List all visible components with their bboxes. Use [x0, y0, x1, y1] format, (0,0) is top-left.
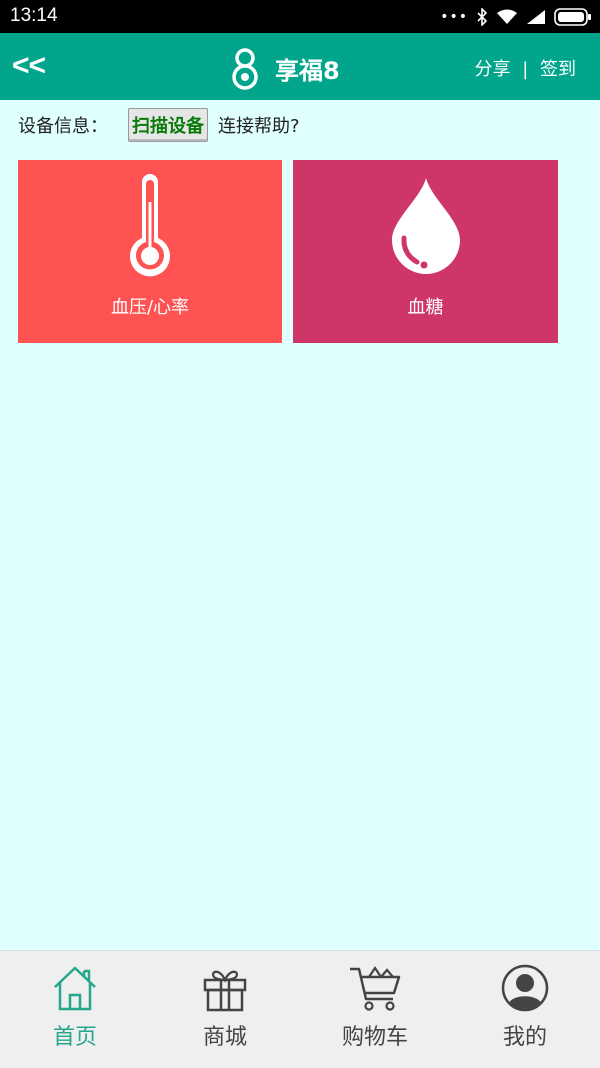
tab-label: 商城 [202, 1025, 247, 1050]
blood-drop-icon [392, 178, 460, 274]
wifi-icon [497, 9, 517, 24]
status-icons: ••• [440, 6, 592, 28]
dots-icon: ••• [440, 9, 468, 25]
tile-blood-sugar[interactable]: 血糖 [293, 160, 558, 343]
tile-blood-pressure[interactable]: 血压/心率 [18, 160, 282, 343]
signal-icon [527, 10, 545, 24]
status-time: 13:14 [10, 5, 58, 26]
user-icon [501, 964, 549, 1012]
bluetooth-icon [477, 8, 488, 26]
app-header: << 享福8 分享 | 签到 [0, 33, 600, 100]
back-button[interactable]: << [12, 49, 46, 83]
home-icon [54, 966, 96, 1011]
device-info-label: 设备信息： [18, 116, 108, 137]
page-title: 享福8 [275, 57, 340, 85]
connection-help-link[interactable]: 连接帮助? [218, 112, 300, 138]
tab-label: 我的 [502, 1025, 547, 1050]
tab-store[interactable]: 商城 [150, 951, 300, 1068]
tab-home[interactable]: 首页 [0, 951, 150, 1068]
tile-label: 血糖 [407, 297, 444, 318]
checkin-link[interactable]: 签到 [540, 59, 576, 80]
header-separator: | [522, 59, 529, 80]
cart-icon [350, 966, 401, 1011]
share-link[interactable]: 分享 [474, 59, 510, 80]
tile-label: 血压/心率 [110, 297, 190, 318]
logo-icon [232, 48, 258, 90]
thermometer-icon [130, 174, 170, 277]
tab-label: 首页 [52, 1025, 97, 1050]
tab-cart[interactable]: 购物车 [300, 951, 450, 1068]
gift-icon [203, 970, 247, 1012]
header-actions: 分享 | 签到 [474, 55, 576, 81]
bottom-tab-bar: 首页 商城 购物车 我的 [0, 950, 600, 1068]
status-bar: 13:14 ••• [0, 0, 600, 33]
device-info-bar: 设备信息： 扫描设备 连接帮助? [18, 107, 300, 143]
battery-icon [554, 8, 591, 26]
tab-mine[interactable]: 我的 [450, 951, 600, 1068]
scan-device-button[interactable]: 扫描设备 [128, 108, 208, 142]
tab-label: 购物车 [341, 1025, 408, 1050]
